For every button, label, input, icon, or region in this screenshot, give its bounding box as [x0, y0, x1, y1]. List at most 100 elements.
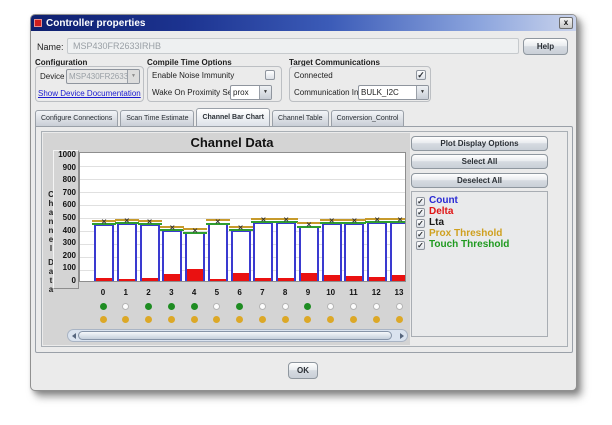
wake-on-prox-combo[interactable]: prox ▼	[230, 85, 272, 100]
delta-bar-ch13	[392, 275, 406, 281]
connected-label: Connected	[294, 71, 333, 80]
gridline	[80, 166, 405, 167]
deselect-all-button[interactable]: Deselect All	[411, 173, 548, 188]
chevron-down-icon: ▼	[127, 70, 139, 83]
device-label: Device	[40, 72, 64, 81]
x-axis-label-ch2: 2	[139, 288, 159, 297]
legend-label-lta: Lta	[429, 218, 444, 228]
x-axis-label-ch10: 10	[321, 288, 341, 297]
delta-bar-ch9	[301, 273, 317, 281]
legend-checkbox-lta[interactable]: ✓	[416, 219, 425, 228]
count-bar-ch8	[276, 222, 296, 281]
noise-immunity-checkbox[interactable]	[265, 70, 275, 80]
delta-bar-ch11	[346, 276, 362, 281]
lta-marker-ch9: ✕	[297, 222, 321, 230]
lta-marker-ch4: ✕	[183, 228, 207, 236]
delta-bar-ch8	[278, 278, 294, 281]
channel-status-dot-ch8	[282, 303, 289, 310]
show-device-documentation-link[interactable]: Show Device Documentation	[38, 89, 141, 98]
count-bar-ch13	[390, 222, 406, 281]
scroll-right-icon[interactable]	[400, 333, 404, 339]
channel-status-dot-ch2	[145, 303, 152, 310]
delta-bar-ch0	[96, 278, 112, 281]
chart-area: Channel Data ChannelData 010020030040050…	[43, 133, 410, 345]
wake-on-prox-combo-value: prox	[231, 86, 259, 99]
y-axis-tick: 300	[63, 239, 76, 247]
count-bar-ch10	[322, 223, 342, 282]
delta-bar-ch10	[324, 275, 340, 282]
channel-mode-dot-ch6	[236, 316, 243, 323]
legend-item-touch-threshold[interactable]: ✓Touch Threshold	[416, 240, 509, 250]
x-axis-label-ch12: 12	[366, 288, 386, 297]
legend-checkbox-count[interactable]: ✓	[416, 197, 425, 206]
legend-checkbox-delta[interactable]: ✓	[416, 208, 425, 217]
x-axis-label-ch6: 6	[230, 288, 250, 297]
gridline	[80, 192, 405, 193]
tab-channel-bar-chart[interactable]: Channel Bar Chart	[196, 108, 269, 126]
x-axis-label-ch7: 7	[252, 288, 272, 297]
y-axis-tick: 900	[63, 164, 76, 172]
app-icon	[34, 19, 42, 27]
lta-marker-ch13: ✕	[388, 217, 406, 225]
x-axis-label-ch1: 1	[116, 288, 136, 297]
chevron-down-icon: ▼	[259, 86, 271, 99]
tab-scan-time-estimate[interactable]: Scan Time Estimate	[120, 110, 194, 126]
close-icon[interactable]: x	[559, 17, 573, 29]
legend-checkbox-prox-threshold[interactable]: ✓	[416, 230, 425, 239]
y-axis-tick: 0	[72, 277, 76, 285]
delta-bar-ch5	[210, 279, 226, 281]
legend-item-delta[interactable]: ✓Delta	[416, 207, 453, 217]
channel-mode-dot-ch11	[350, 316, 357, 323]
legend-item-count[interactable]: ✓Count	[416, 196, 458, 206]
chart-horizontal-scrollbar[interactable]	[67, 329, 408, 342]
channel-status-dot-ch4	[191, 303, 198, 310]
name-field: MSP430FR2633IRHB	[67, 38, 519, 54]
x-axis-label-ch13: 13	[389, 288, 409, 297]
legend-checkbox-touch-threshold[interactable]: ✓	[416, 241, 425, 250]
channel-status-dot-ch12	[373, 303, 380, 310]
gridline	[80, 179, 405, 180]
channel-mode-dot-ch4	[191, 316, 198, 323]
scroll-left-icon[interactable]	[72, 333, 76, 339]
count-bar-ch7	[253, 222, 273, 281]
channel-status-dot-ch9	[304, 303, 311, 310]
count-bar-ch11	[344, 223, 364, 282]
ok-button[interactable]: OK	[288, 362, 318, 379]
channel-mode-dot-ch9	[304, 316, 311, 323]
scrollbar-thumb[interactable]	[78, 331, 392, 340]
plot-display-options-button[interactable]: Plot Display Options	[411, 136, 548, 151]
channel-mode-dot-ch0	[100, 316, 107, 323]
select-all-button[interactable]: Select All	[411, 154, 548, 169]
channel-status-dot-ch5	[213, 303, 220, 310]
lta-marker-ch8: ✕	[274, 217, 298, 225]
tab-channel-table[interactable]: Channel Table	[272, 110, 329, 126]
channel-mode-dot-ch10	[327, 316, 334, 323]
noise-immunity-label: Enable Noise Immunity	[152, 71, 234, 80]
tab-conversion-control[interactable]: Conversion_Control	[331, 110, 405, 126]
x-axis-label-ch11: 11	[343, 288, 363, 297]
y-axis-tick: 1000	[58, 151, 76, 159]
legend-item-prox-threshold[interactable]: ✓Prox Threshold	[416, 229, 502, 239]
connected-checkbox[interactable]: ✓	[416, 70, 426, 80]
tab-configure-connections[interactable]: Configure Connections	[35, 110, 118, 126]
y-axis: 01002003004005006007008009001000	[53, 150, 79, 289]
count-bar-ch0	[94, 224, 114, 281]
chevron-down-icon: ▼	[416, 86, 428, 99]
y-axis-tick: 200	[63, 252, 76, 260]
y-axis-tick: 400	[63, 227, 76, 235]
x-axis-label-ch3: 3	[161, 288, 181, 297]
name-label: Name:	[37, 42, 64, 52]
channel-mode-dot-ch8	[282, 316, 289, 323]
delta-bar-ch4	[187, 269, 203, 281]
tab-bar: Configure ConnectionsScan Time EstimateC…	[35, 110, 404, 127]
legend-item-lta[interactable]: ✓ Lta	[416, 218, 444, 228]
help-button[interactable]: Help	[523, 38, 568, 55]
y-axis-tick: 500	[63, 214, 76, 222]
x-axis-label-ch4: 4	[184, 288, 204, 297]
channel-status-dot-ch11	[350, 303, 357, 310]
channel-mode-dot-ch5	[213, 316, 220, 323]
delta-bar-ch12	[369, 277, 385, 281]
comm-interface-combo[interactable]: BULK_I2C ▼	[358, 85, 429, 100]
x-axis-label-ch5: 5	[207, 288, 227, 297]
count-bar-ch12	[367, 222, 387, 281]
